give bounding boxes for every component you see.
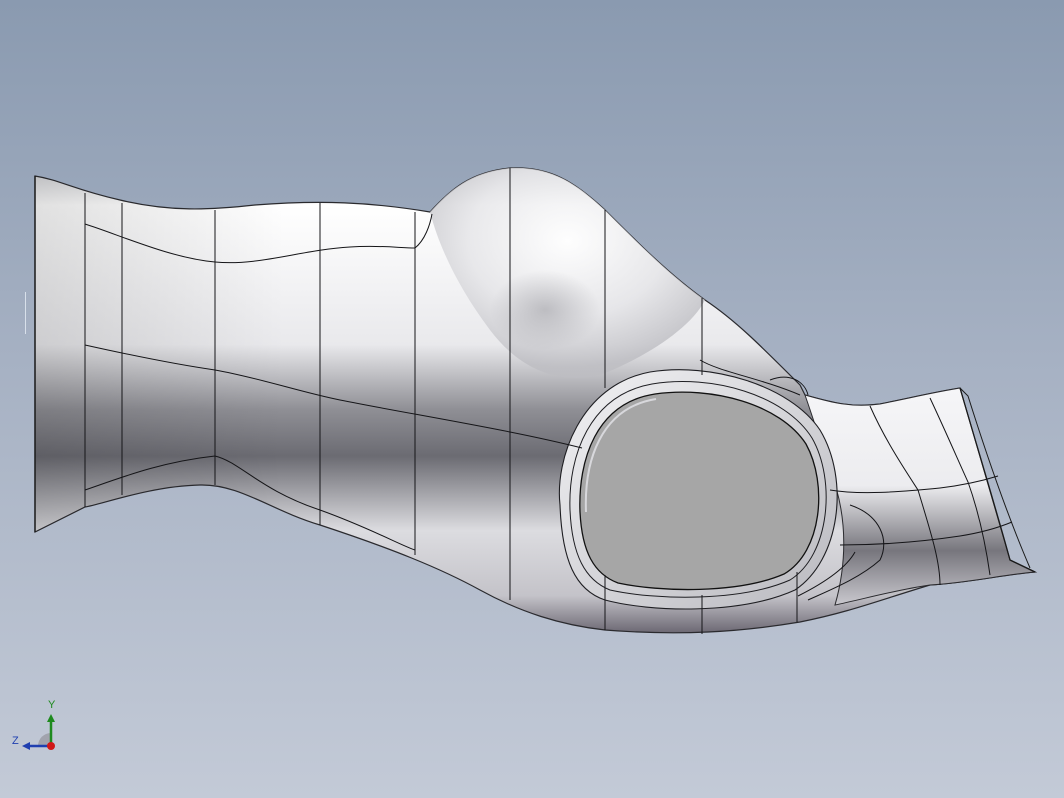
model-view[interactable] [0, 0, 1064, 798]
graphics-viewport[interactable]: Y Z [0, 0, 1064, 798]
surface-dimple [490, 270, 600, 350]
opening-inner-face [579, 391, 820, 591]
view-orientation-triad-icon [22, 714, 55, 750]
view-orientation-triad[interactable]: Y Z [8, 700, 68, 760]
